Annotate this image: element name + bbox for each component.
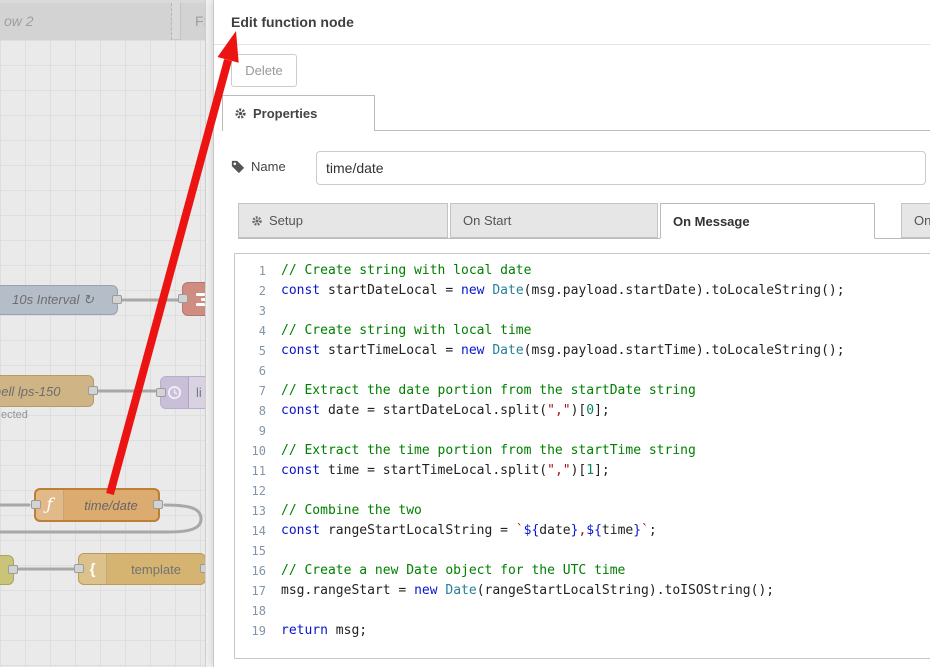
output-port[interactable]	[8, 565, 18, 574]
edit-function-node-dialog: Edit function node Delete Properties Nam…	[213, 0, 930, 667]
code-line: 5const startTimeLocal = new Date(msg.pay…	[235, 341, 930, 361]
code-line: 4// Create string with local time	[235, 321, 930, 341]
code-line: 12	[235, 481, 930, 501]
code-text: // Create string with local time	[281, 321, 531, 341]
output-port[interactable]	[112, 295, 122, 304]
code-text: const rangeStartLocalString = `${date},$…	[281, 521, 657, 541]
line-number: 12	[235, 481, 281, 501]
line-number: 9	[235, 421, 281, 441]
code-line: 15	[235, 541, 930, 561]
code-line: 17msg.rangeStart = new Date(rangeStartLo…	[235, 581, 930, 601]
delete-button[interactable]: Delete	[231, 54, 297, 87]
tag-icon	[231, 160, 245, 174]
tab-properties-label: Properties	[253, 106, 317, 121]
tab-on-message[interactable]: On Message	[660, 203, 875, 239]
node-knell-lps-150[interactable]: knell lps-150	[0, 375, 94, 407]
flow-tab-flow2[interactable]: ow 2	[0, 3, 172, 40]
input-port[interactable]	[31, 500, 41, 509]
node-label: li	[189, 385, 202, 400]
line-number: 19	[235, 621, 281, 641]
code-line: 9	[235, 421, 930, 441]
line-number: 6	[235, 361, 281, 381]
input-port[interactable]	[156, 388, 166, 397]
code-text: // Create string with local date	[281, 261, 531, 281]
name-field-label: Name	[231, 159, 286, 174]
node-change[interactable]	[182, 282, 205, 316]
code-text: // Extract the date portion from the sta…	[281, 381, 696, 401]
list-icon	[195, 291, 205, 307]
line-number: 17	[235, 581, 281, 601]
gear-icon	[251, 215, 263, 227]
line-number: 1	[235, 261, 281, 281]
node-label: knell lps-150	[0, 384, 61, 399]
code-text: const time = startTimeLocal.split(",")[1…	[281, 461, 610, 481]
node-time-date[interactable]: ƒ time/date	[34, 488, 160, 522]
code-text: const date = startDateLocal.split(",")[0…	[281, 401, 610, 421]
code-line: 3	[235, 301, 930, 321]
line-number: 15	[235, 541, 281, 561]
screen: ow 2 FS 10s Interval ↻	[0, 0, 930, 667]
code-lines: 1// Create string with local date2const …	[235, 261, 930, 641]
line-number: 16	[235, 561, 281, 581]
input-port[interactable]	[74, 564, 84, 573]
input-port[interactable]	[178, 294, 188, 303]
code-line: 10// Extract the time portion from the s…	[235, 441, 930, 461]
code-text: const startDateLocal = new Date(msg.payl…	[281, 281, 845, 301]
line-number: 8	[235, 401, 281, 421]
code-text: const startTimeLocal = new Date(msg.payl…	[281, 341, 845, 361]
code-line: 18	[235, 601, 930, 621]
line-number: 3	[235, 301, 281, 321]
tab-on-stop[interactable]: On Stop	[901, 203, 930, 238]
workspace-scrollbar[interactable]	[205, 0, 213, 667]
line-number: 7	[235, 381, 281, 401]
flow-workspace: ow 2 FS 10s Interval ↻	[0, 0, 205, 667]
name-input[interactable]	[316, 151, 926, 185]
tab-setup[interactable]: Setup	[238, 203, 448, 238]
code-text: return msg;	[281, 621, 367, 641]
node-label: 10s Interval ↻	[12, 292, 94, 308]
gear-icon	[234, 107, 247, 120]
code-line: 2const startDateLocal = new Date(msg.pay…	[235, 281, 930, 301]
node-status-text: ected	[1, 409, 28, 421]
node-template[interactable]: { template	[78, 553, 205, 585]
line-number: 2	[235, 281, 281, 301]
flow-tab-fs[interactable]: FS	[180, 3, 205, 40]
output-port[interactable]	[153, 500, 163, 509]
line-number: 14	[235, 521, 281, 541]
code-line: 6	[235, 361, 930, 381]
code-line: 8const date = startDateLocal.split(",")[…	[235, 401, 930, 421]
dialog-title: Edit function node	[231, 14, 354, 30]
code-line: 19return msg;	[235, 621, 930, 641]
line-number: 4	[235, 321, 281, 341]
node-label: template	[107, 562, 205, 577]
code-line: 16// Create a new Date object for the UT…	[235, 561, 930, 581]
code-text: // Create a new Date object for the UTC …	[281, 561, 625, 581]
node-label: time/date	[64, 498, 158, 513]
line-number: 18	[235, 601, 281, 621]
line-number: 13	[235, 501, 281, 521]
line-number: 5	[235, 341, 281, 361]
code-line: 14const rangeStartLocalString = `${date}…	[235, 521, 930, 541]
node-10s-interval[interactable]: 10s Interval ↻	[0, 285, 118, 315]
output-port[interactable]	[88, 386, 98, 395]
tab-properties[interactable]: Properties	[222, 95, 375, 131]
flow-tabbar: ow 2 FS	[0, 0, 205, 40]
line-number: 11	[235, 461, 281, 481]
code-text: // Combine the two	[281, 501, 422, 521]
code-text: msg.rangeStart = new Date(rangeStartLoca…	[281, 581, 774, 601]
code-line: 7// Extract the date portion from the st…	[235, 381, 930, 401]
code-line: 11const time = startTimeLocal.split(",")…	[235, 461, 930, 481]
node-partial[interactable]	[0, 555, 14, 585]
flow-canvas[interactable]: 10s Interval ↻ knell lps-150 ected	[0, 40, 205, 667]
code-line: 13// Combine the two	[235, 501, 930, 521]
code-editor[interactable]: 1// Create string with local date2const …	[234, 253, 930, 659]
code-line: 1// Create string with local date	[235, 261, 930, 281]
code-text: // Extract the time portion from the sta…	[281, 441, 696, 461]
node-delay[interactable]: li	[160, 376, 205, 409]
tab-on-start[interactable]: On Start	[450, 203, 658, 238]
line-number: 10	[235, 441, 281, 461]
dialog-header: Edit function node	[214, 0, 930, 45]
